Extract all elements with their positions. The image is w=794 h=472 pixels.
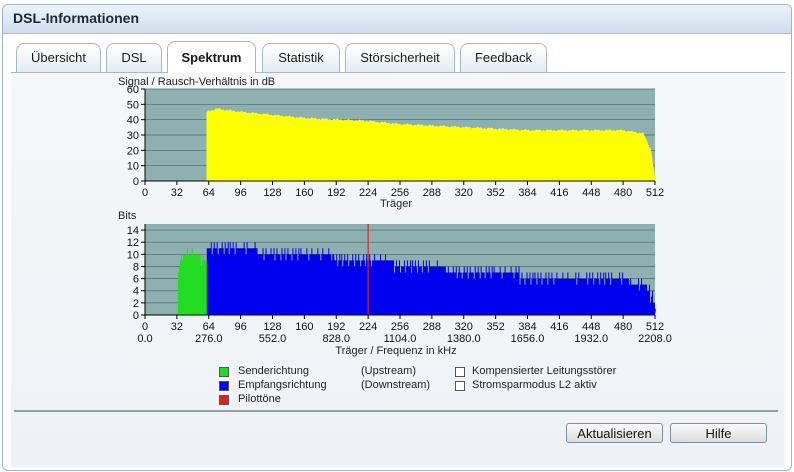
bits-chart-khz-label: 1656.0	[511, 333, 545, 345]
legend-note-downstream: (Downstream)	[361, 379, 431, 391]
refresh-button[interactable]: Aktualisieren	[566, 423, 663, 443]
chart0-xtick-label: 320	[455, 187, 473, 199]
chart1-xtick-label: 32	[171, 321, 183, 333]
chart1-xtick-label: 224	[359, 321, 377, 333]
bits-chart-khz-label: 276.0	[195, 333, 223, 345]
chart0-xtick-label: 256	[391, 187, 409, 199]
snr-chart-title: Signal / Rausch-Verhältnis in dB	[118, 76, 275, 88]
snr-chart-xlabel: Träger	[380, 198, 412, 210]
chart1-ytick-label: 2	[133, 298, 139, 310]
tab-spektrum[interactable]: Spektrum	[167, 41, 256, 73]
legend-label-downstream: Empfangsrichtung	[238, 379, 327, 391]
chart0-xtick-label: 224	[359, 187, 377, 199]
legend-label-upstream: Senderichtung	[238, 365, 309, 377]
chart0-xtick-label: 128	[263, 187, 281, 199]
chart0-xtick-label: 0	[142, 187, 148, 199]
bits-chart-xlabel: Träger / Frequenz in kHz	[335, 345, 456, 357]
bits-chart-khz-label: 1380.0	[447, 333, 481, 345]
chart0-ytick-label: 40	[127, 115, 139, 127]
chart1-ytick-label: 12	[127, 237, 139, 249]
chart1-xtick-label: 512	[646, 321, 664, 333]
legend-swatch-kompensiert	[455, 367, 465, 377]
chart1-xtick-label: 288	[423, 321, 441, 333]
chart1-xtick-label: 192	[327, 321, 345, 333]
legend-swatch-pilot	[219, 395, 229, 405]
chart0-xtick-label: 480	[614, 187, 632, 199]
chart0-xtick-label: 192	[327, 187, 345, 199]
chart1-xtick-label: 64	[203, 321, 215, 333]
legend-swatch-downstream	[219, 381, 229, 391]
chart0-ytick-label: 30	[127, 130, 139, 142]
bits-chart-khz-label: 0.0	[137, 333, 152, 345]
bits-chart-khz-label: 828.0	[322, 333, 350, 345]
chart1-ytick-label: 8	[133, 261, 139, 273]
chart1-xtick-label: 448	[582, 321, 600, 333]
chart1-xtick-label: 160	[295, 321, 313, 333]
chart1-xtick-label: 352	[486, 321, 504, 333]
chart0-xtick-label: 96	[235, 187, 247, 199]
chart0-ytick-label: 50	[127, 99, 139, 111]
chart1-xtick-label: 96	[235, 321, 247, 333]
chart0-xtick-label: 160	[295, 187, 313, 199]
bits-chart-title: Bits	[118, 210, 137, 222]
legend-swatch-upstream	[219, 367, 229, 377]
legend-label-l2: Stromsparmodus L2 aktiv	[472, 379, 597, 391]
chart1-xtick-label: 0	[142, 321, 148, 333]
chart0-ytick-label: 60	[127, 84, 139, 96]
help-button[interactable]: Hilfe	[670, 423, 767, 443]
legend-label-kompensiert: Kompensierter Leitungsstörer	[472, 365, 617, 377]
chart1-xtick-label: 128	[263, 321, 281, 333]
chart1-xtick-label: 416	[550, 321, 568, 333]
chart1-ytick-label: 10	[127, 249, 139, 261]
spectrum-charts: Signal / Rausch-Verhältnis in dB Träger …	[118, 76, 672, 357]
chart1-xtick-label: 320	[455, 321, 473, 333]
chart0-xtick-label: 32	[171, 187, 183, 199]
chart1-xtick-label: 384	[518, 321, 536, 333]
chart0-ytick-label: 0	[133, 176, 139, 188]
chart0-ytick-label: 10	[127, 161, 139, 173]
chart0-ytick-label: 20	[127, 145, 139, 157]
chart1-ytick-label: 6	[133, 274, 139, 286]
bits-chart-khz-label: 2208.0	[638, 333, 672, 345]
chart1-ytick-label: 4	[133, 286, 139, 298]
chart0-xtick-label: 384	[518, 187, 536, 199]
legend-label-pilot: Pilottöne	[238, 393, 281, 405]
legend-note-upstream: (Upstream)	[361, 365, 417, 377]
chart0-xtick-label: 416	[550, 187, 568, 199]
bits-chart-khz-label: 1932.0	[574, 333, 608, 345]
chart0-xtick-label: 288	[423, 187, 441, 199]
legend-swatch-l2	[455, 381, 465, 391]
footer-separator	[14, 410, 778, 412]
chart0-xtick-label: 448	[582, 187, 600, 199]
chart1-xtick-label: 480	[614, 321, 632, 333]
bits-chart-khz-label: 1104.0	[384, 333, 417, 345]
chart0-xtick-label: 512	[646, 187, 664, 199]
chart1-ytick-label: 0	[133, 310, 139, 322]
chart0-xtick-label: 64	[203, 187, 215, 199]
chart1-ytick-label: 14	[127, 225, 139, 237]
bits-chart-khz-label: 552.0	[259, 333, 287, 345]
chart0-xtick-label: 352	[486, 187, 504, 199]
chart1-xtick-label: 256	[391, 321, 409, 333]
